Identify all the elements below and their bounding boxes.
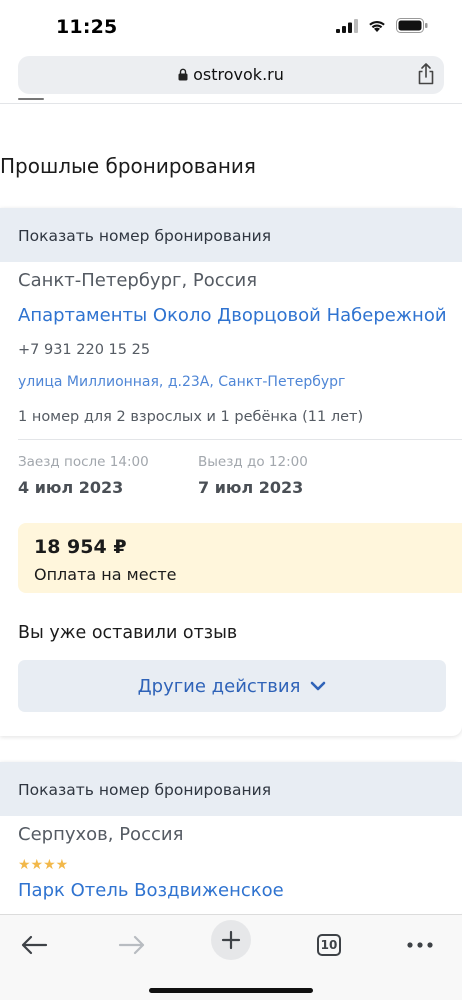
show-booking-number-button[interactable]: Показать номер бронирования (0, 208, 462, 262)
price-box: 18 954 ₽ Оплата на месте (18, 523, 462, 593)
checkout-date: 7 июл 2023 (198, 478, 304, 497)
url-bar[interactable]: ostrovok.ru (18, 56, 444, 94)
status-icons (336, 18, 428, 33)
more-button[interactable] (402, 927, 438, 963)
payment-note: Оплата на месте (34, 565, 177, 584)
show-booking-number-label: Показать номер бронирования (18, 781, 272, 799)
share-icon (418, 63, 434, 85)
booking-card: Показать номер бронирования Санкт-Петерб… (0, 208, 462, 736)
forward-button[interactable] (114, 927, 150, 963)
url-text: ostrovok.ru (193, 65, 284, 84)
lock-icon (178, 68, 188, 81)
tabs-button[interactable]: 10 (311, 927, 347, 963)
status-time: 11:25 (56, 16, 118, 38)
back-button[interactable] (16, 927, 52, 963)
checkin-date: 4 июл 2023 (18, 478, 124, 497)
wifi-icon (369, 20, 385, 32)
checkin-label: Заезд после 14:00 (18, 454, 149, 470)
room-guests-info: 1 номер для 2 взрослых и 1 ребёнка (11 л… (18, 409, 364, 425)
url-display[interactable]: ostrovok.ru (18, 65, 444, 84)
page-title: Прошлые бронирования (0, 154, 256, 178)
other-actions-button[interactable]: Другие действия (18, 660, 446, 712)
home-indicator (149, 988, 313, 993)
share-button[interactable] (416, 62, 436, 90)
clipped-text-fragment (18, 92, 58, 100)
hotel-phone[interactable]: +7 931 220 15 25 (18, 342, 150, 358)
new-tab-icon (221, 930, 241, 950)
new-tab-button[interactable] (211, 920, 251, 960)
status-bar: 11:25 (0, 0, 462, 52)
header-divider (0, 103, 462, 104)
booking-price: 18 954 ₽ (34, 536, 127, 558)
show-booking-number-button[interactable]: Показать номер бронирования (0, 762, 462, 816)
back-icon (21, 935, 48, 955)
hotel-name-link[interactable]: Парк Отель Воздвиженское (18, 880, 284, 901)
booking-card: Показать номер бронирования Серпухов, Ро… (0, 762, 462, 922)
checkout-label: Выезд до 12:00 (198, 454, 308, 470)
signal-icon (336, 18, 358, 33)
booking-location: Серпухов, Россия (18, 824, 184, 845)
other-actions-label: Другие действия (137, 675, 301, 697)
star-rating: ★★★★ (18, 857, 69, 873)
hotel-address-link[interactable]: улица Миллионная, д.23А, Санкт-Петербург (18, 374, 345, 390)
chevron-down-icon (311, 681, 326, 691)
battery-icon (396, 18, 428, 33)
card-divider (18, 439, 462, 440)
more-icon (407, 942, 433, 948)
forward-icon (118, 935, 145, 955)
tabs-icon: 10 (317, 934, 341, 956)
review-status: Вы уже оставили отзыв (18, 623, 238, 643)
booking-location: Санкт-Петербург, Россия (18, 270, 258, 291)
hotel-name-link[interactable]: Апартаменты Около Дворцовой Набережной (18, 305, 447, 326)
show-booking-number-label: Показать номер бронирования (18, 227, 272, 245)
